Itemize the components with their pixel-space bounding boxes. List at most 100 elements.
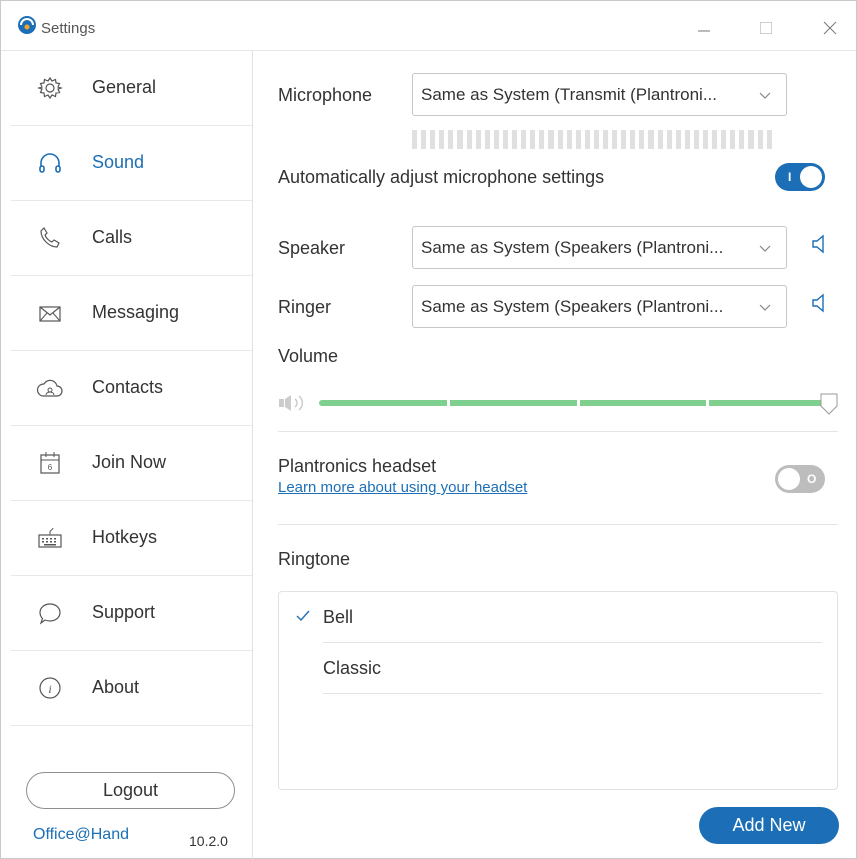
phone-icon [35, 223, 65, 253]
auto-adjust-toggle[interactable]: I [775, 163, 825, 191]
app-logo-icon [18, 16, 36, 34]
microphone-level-meter [412, 130, 772, 149]
meter-segment [421, 130, 427, 149]
meter-segment [502, 130, 509, 149]
speaker-label: Speaker [278, 238, 346, 258]
meter-segment [639, 130, 645, 149]
meter-segment [757, 130, 763, 149]
sidebar-item-general[interactable]: General [11, 51, 252, 126]
meter-segment [466, 130, 472, 149]
ringer-select[interactable]: Same as System (Speakers (Plantroni... [412, 285, 787, 328]
envelope-icon [35, 298, 65, 328]
meter-segment [575, 130, 581, 149]
speaker-select[interactable]: Same as System (Speakers (Plantroni... [412, 226, 787, 269]
chevron-down-icon [759, 245, 771, 252]
headphones-icon [35, 148, 65, 178]
microphone-select[interactable]: Same as System (Transmit (Plantroni... [412, 73, 787, 116]
volume-icon [279, 395, 304, 411]
contacts-cloud-icon [35, 373, 65, 403]
speaker-value: Same as System (Speakers (Plantroni... [421, 238, 724, 257]
meter-segment [557, 130, 563, 149]
microphone-label: Microphone [278, 85, 373, 105]
close-button[interactable] [815, 14, 845, 42]
auto-adjust-label: Automatically adjust microphone settings [278, 167, 605, 187]
info-icon: i [35, 673, 65, 703]
maximize-button[interactable] [751, 14, 781, 42]
gear-icon [35, 73, 65, 103]
minimize-button[interactable] [689, 14, 719, 42]
meter-segment [666, 130, 672, 149]
settings-sidebar: General Sound Calls Messaging Contacts 6… [1, 51, 253, 859]
meter-segment [612, 130, 618, 149]
window-title: Settings [41, 20, 96, 37]
ringer-label: Ringer [278, 297, 332, 317]
ringtone-item-bell[interactable]: Bell [296, 592, 822, 643]
volume-slider-thumb[interactable] [819, 392, 839, 416]
headset-label: Plantronics headset [278, 456, 437, 476]
meter-segment [684, 130, 690, 149]
sidebar-item-hotkeys[interactable]: Hotkeys [11, 501, 252, 576]
speaker-test-icon[interactable] [809, 233, 831, 255]
meter-segment [693, 130, 699, 149]
meter-segment [430, 130, 436, 149]
checkmark-icon [296, 610, 310, 622]
chevron-down-icon [759, 92, 771, 99]
ringtone-list: Bell Classic [278, 591, 838, 790]
sidebar-item-contacts[interactable]: Contacts [11, 351, 252, 426]
sidebar-item-sound[interactable]: Sound [11, 126, 252, 201]
ringer-test-icon[interactable] [809, 292, 831, 314]
sidebar-item-label: Contacts [92, 377, 164, 397]
sidebar-item-label: Messaging [92, 302, 180, 322]
volume-fill [319, 400, 824, 406]
sidebar-item-calls[interactable]: Calls [11, 201, 252, 276]
volume-slider[interactable] [319, 400, 824, 406]
microphone-value: Same as System (Transmit (Plantroni... [421, 85, 718, 104]
ringtone-label: Ringtone [278, 549, 351, 569]
meter-segment [584, 130, 590, 149]
meter-segment [657, 130, 663, 149]
meter-segment [548, 130, 554, 149]
brand-name: Office@Hand [33, 826, 129, 843]
add-new-ringtone-button[interactable]: Add New [699, 807, 839, 844]
sidebar-item-support[interactable]: Support [11, 576, 252, 651]
headset-learn-more-link[interactable]: Learn more about using your headset [278, 479, 527, 496]
title-bar: Settings [1, 1, 856, 51]
meter-segment [675, 130, 681, 149]
logout-button[interactable]: Logout [26, 772, 235, 809]
sidebar-item-about[interactable]: i About [11, 651, 252, 726]
toggle-knob [800, 166, 822, 188]
meter-segment [566, 130, 572, 149]
divider [278, 524, 838, 525]
ringtone-item-classic[interactable]: Classic [323, 643, 822, 694]
meter-segment [484, 130, 490, 149]
settings-window: Settings General Sound Calls Messaging C… [0, 0, 857, 859]
headset-toggle[interactable]: O [775, 465, 825, 493]
toggle-knob [778, 468, 800, 490]
meter-segment [602, 130, 609, 149]
meter-segment [593, 130, 599, 149]
sidebar-item-messaging[interactable]: Messaging [11, 276, 252, 351]
chat-bubble-icon [35, 598, 65, 628]
meter-segment [739, 130, 745, 149]
meter-segment [712, 130, 718, 149]
sidebar-item-join-now[interactable]: 6 Join Now [11, 426, 252, 501]
chevron-down-icon [759, 304, 771, 311]
sidebar-item-label: About [92, 677, 140, 697]
ringer-value: Same as System (Speakers (Plantroni... [421, 297, 724, 316]
toggle-on-mark: I [788, 170, 792, 184]
meter-segment [766, 130, 772, 149]
calendar-day: 6 [48, 463, 53, 472]
sidebar-item-label: General [92, 77, 157, 97]
divider [278, 431, 838, 432]
meter-segment [412, 130, 418, 149]
toggle-off-mark: O [807, 472, 817, 486]
meter-segment [630, 130, 636, 149]
calendar-icon: 6 [35, 448, 65, 478]
sidebar-item-label: Calls [92, 227, 133, 247]
meter-segment [457, 130, 463, 149]
volume-label: Volume [278, 346, 339, 366]
meter-segment [448, 130, 454, 149]
sidebar-item-label: Sound [92, 152, 145, 172]
meter-segment [539, 130, 545, 149]
meter-segment [493, 130, 499, 149]
